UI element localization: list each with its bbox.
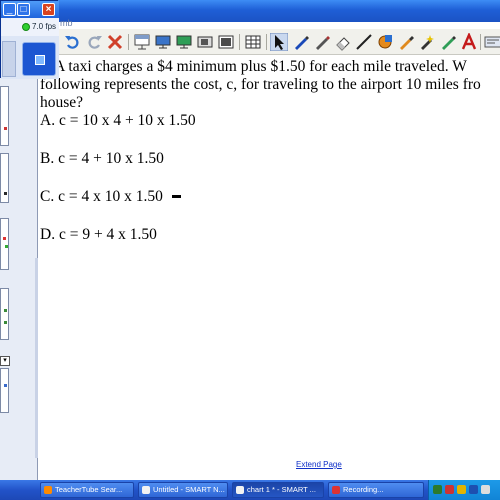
creative-pen-icon[interactable] [313, 33, 331, 51]
projector-icon[interactable] [175, 33, 193, 51]
taskbar: TeacherTube Sear... Untitled - SMART N..… [0, 480, 500, 500]
page-thumbnail[interactable] [0, 86, 9, 146]
thumbnail-content [4, 321, 7, 324]
answer-option-d: D. c = 9 + 4 x 1.50 [40, 226, 157, 243]
highlighter-icon[interactable] [397, 33, 415, 51]
whiteboard-page: ) A taxi charges a $4 minimum plus $1.50… [38, 55, 500, 480]
thumbnail-content [5, 245, 8, 248]
display-icon[interactable] [154, 33, 172, 51]
page-thumbnail[interactable] [0, 288, 9, 340]
help-menu-fragment[interactable]: mb [60, 18, 73, 28]
ink-annotation [172, 195, 181, 198]
taskbar-item-label: Recording... [343, 485, 384, 494]
bluetooth-icon[interactable] [469, 485, 478, 494]
toolbar-separator [239, 34, 240, 50]
toolbar-separator [266, 34, 267, 50]
close-button[interactable]: × [42, 3, 55, 16]
taskbar-item-label: Untitled - SMART N... [153, 485, 225, 494]
page-thumbnail[interactable] [0, 153, 9, 203]
recording-indicator-icon [22, 23, 30, 31]
answer-option-c: C. c = 4 x 10 x 1.50 [40, 188, 163, 205]
screen: { "window": { "title_fragment": "mb" }, … [0, 0, 500, 500]
stop-recording-button[interactable] [22, 42, 56, 76]
text-icon[interactable] [460, 33, 478, 51]
toolbar [58, 29, 500, 55]
stop-icon [35, 55, 45, 65]
select-arrow-icon[interactable] [270, 33, 288, 51]
taskbar-item-teachertube[interactable]: TeacherTube Sear... [40, 482, 134, 498]
maximize-button[interactable]: □ [17, 3, 30, 16]
thumbnail-content [4, 309, 7, 312]
question-line-1: ) A taxi charges a $4 minimum plus $1.50… [46, 58, 467, 75]
page-sorter-sidebar: ▾ [0, 78, 38, 480]
answer-option-b: B. c = 4 + 10 x 1.50 [40, 150, 164, 167]
taskbar-item-recording[interactable]: Recording... [328, 482, 424, 498]
table-icon[interactable] [244, 33, 262, 51]
eraser-icon[interactable] [334, 33, 352, 51]
screen-shade-icon[interactable] [133, 33, 151, 51]
toolbar-separator [480, 34, 481, 50]
smart-notebook-icon [236, 486, 244, 494]
system-tray [428, 480, 500, 500]
thumbnail-content [3, 237, 6, 240]
recorder-window: _ □ × 7.0 fps [0, 0, 59, 79]
fps-readout: 7.0 fps [32, 22, 57, 31]
undo-icon[interactable] [64, 33, 82, 51]
recorder-icon [332, 486, 340, 494]
question-line-2: following represents the cost, c, for tr… [40, 76, 481, 93]
answer-option-a: A. c = 10 x 4 + 10 x 1.50 [40, 112, 196, 129]
smart-notebook-icon [142, 486, 150, 494]
volume-icon[interactable] [457, 485, 466, 494]
taskbar-item-smart-notebook-untitled[interactable]: Untitled - SMART N... [138, 482, 228, 498]
delete-icon[interactable] [106, 33, 124, 51]
network-icon[interactable] [433, 485, 442, 494]
capture-icon[interactable] [196, 33, 214, 51]
redo-icon[interactable] [85, 33, 103, 51]
thumbnail-content [4, 192, 7, 195]
pen-icon[interactable] [292, 33, 310, 51]
taskbar-item-label: TeacherTube Sear... [55, 485, 123, 494]
properties-icon[interactable] [484, 33, 500, 51]
thumbnail-content [4, 127, 7, 130]
minimize-button[interactable]: _ [3, 3, 16, 16]
smart-board-icon[interactable] [481, 485, 490, 494]
toolbar-separator [128, 34, 129, 50]
shape-pen-icon[interactable] [439, 33, 457, 51]
antivirus-icon[interactable] [445, 485, 454, 494]
taskbar-item-smart-notebook-chart[interactable]: chart 1 * - SMART ... [232, 482, 324, 498]
magic-pen-icon[interactable] [418, 33, 436, 51]
extend-page-link[interactable]: Extend Page [296, 460, 342, 469]
question-line-3: house? [40, 94, 84, 111]
fill-icon[interactable] [376, 33, 394, 51]
thumbnail-menu-dropdown[interactable]: ▾ [0, 356, 10, 366]
page-thumbnail[interactable] [0, 218, 9, 270]
thumbnail-content [4, 384, 7, 387]
browser-icon [44, 486, 52, 494]
line-icon[interactable] [355, 33, 373, 51]
page-thumbnail[interactable] [0, 368, 9, 413]
capture-area-icon[interactable] [217, 33, 235, 51]
main-titlebar [0, 0, 500, 22]
taskbar-item-label: chart 1 * - SMART ... [247, 485, 316, 494]
recorder-pause-button[interactable] [2, 41, 16, 77]
